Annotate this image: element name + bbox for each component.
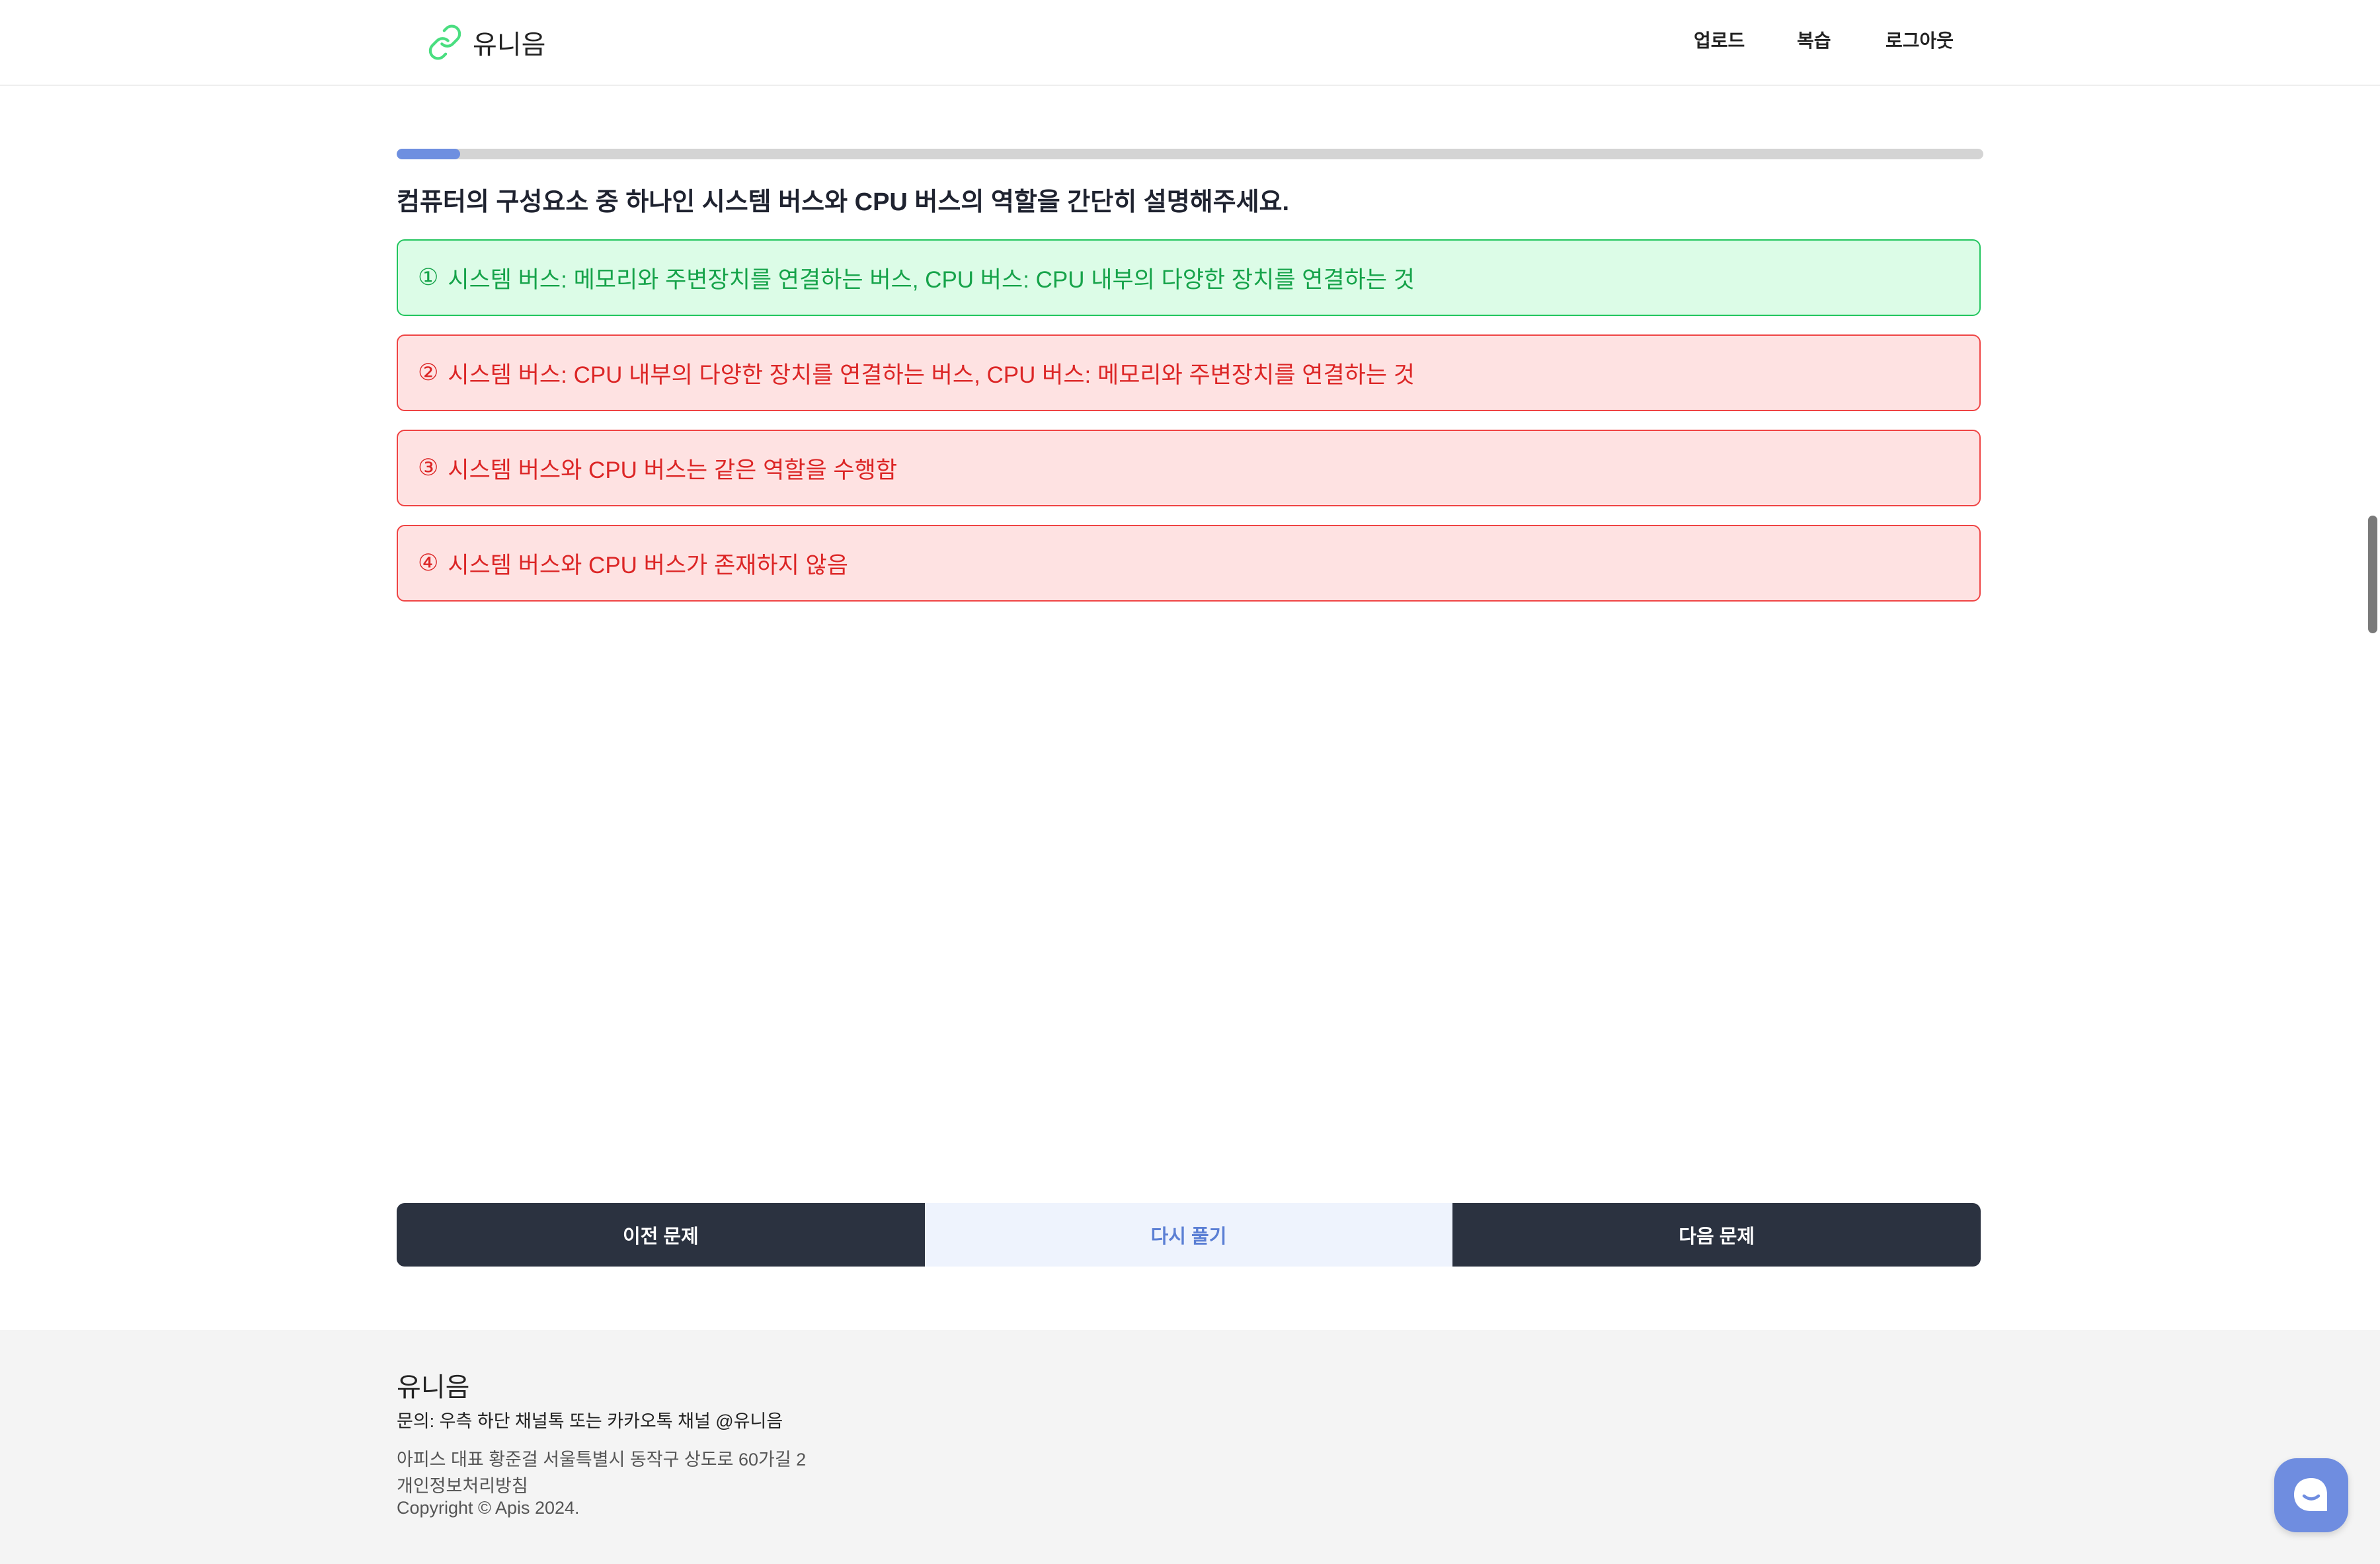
chat-bubble-icon	[2294, 1478, 2327, 1511]
answer-option-2[interactable]: ② 시스템 버스: CPU 내부의 다양한 장치를 연결하는 버스, CPU 버…	[397, 334, 1981, 411]
footer-brand: 유니음	[397, 1373, 470, 1402]
privacy-policy-link[interactable]: 개인정보처리방침	[397, 1471, 528, 1497]
quiz-navigation: 이전 문제 다시 풀기 다음 문제	[397, 1203, 1981, 1267]
footer-address: 아피스 대표 황준걸 서울특별시 동작구 상도로 60가길 2	[397, 1450, 807, 1469]
option-number: ④	[418, 550, 439, 576]
prev-question-button[interactable]: 이전 문제	[397, 1203, 925, 1267]
progress-fill	[397, 149, 460, 159]
retry-button[interactable]: 다시 풀기	[924, 1203, 1453, 1267]
option-text: 시스템 버스: CPU 내부의 다양한 장치를 연결하는 버스, CPU 버스:…	[448, 362, 1415, 388]
answer-option-1[interactable]: ① 시스템 버스: 메모리와 주변장치를 연결하는 버스, CPU 버스: CP…	[397, 239, 1981, 316]
answer-option-3[interactable]: ③ 시스템 버스와 CPU 버스는 같은 역할을 수행함	[397, 430, 1981, 506]
option-text: 시스템 버스와 CPU 버스는 같은 역할을 수행함	[448, 457, 898, 483]
question-text: 컴퓨터의 구성요소 중 하나인 시스템 버스와 CPU 버스의 역할을 간단히 …	[397, 188, 1290, 216]
brand-name: 유니음	[473, 30, 546, 59]
progress-bar	[397, 149, 1983, 159]
brand-logo[interactable]: 유니음	[426, 22, 545, 62]
option-number: ③	[418, 455, 439, 481]
nav-logout[interactable]: 로그아웃	[1885, 26, 1954, 53]
nav-review[interactable]: 복습	[1797, 26, 1831, 53]
top-header: 유니음 업로드 복습 로그아웃	[0, 0, 2380, 86]
nav-upload[interactable]: 업로드	[1694, 26, 1745, 53]
option-text: 시스템 버스: 메모리와 주변장치를 연결하는 버스, CPU 버스: CPU …	[448, 266, 1415, 293]
answer-option-4[interactable]: ④ 시스템 버스와 CPU 버스가 존재하지 않음	[397, 525, 1981, 602]
option-text: 시스템 버스와 CPU 버스가 존재하지 않음	[448, 552, 848, 578]
chat-button[interactable]	[2274, 1458, 2348, 1532]
scrollbar-thumb[interactable]	[2368, 516, 2377, 633]
option-number: ②	[418, 360, 439, 385]
link-icon	[428, 24, 461, 60]
footer-copyright: Copyright © Apis 2024.	[397, 1498, 580, 1518]
footer: 유니음 문의: 우측 하단 채널톡 또는 카카오톡 채널 @유니음 아피스 대표…	[0, 1330, 2380, 1564]
footer-contact: 문의: 우측 하단 채널톡 또는 카카오톡 채널 @유니음	[397, 1411, 783, 1431]
option-number: ①	[418, 264, 439, 290]
next-question-button[interactable]: 다음 문제	[1452, 1203, 1981, 1267]
